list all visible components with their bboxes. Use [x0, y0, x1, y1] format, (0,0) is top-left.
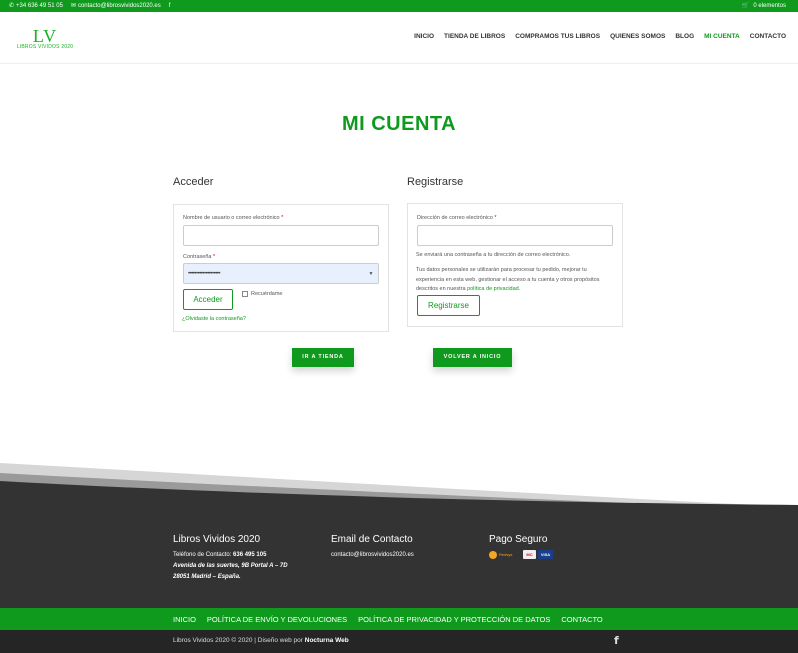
footer-address-1: Avenida de las suertes, 9B Portal A – 7D — [173, 563, 288, 569]
site-header: LV LIBROS VIVIDOS 2020 INICIO TIENDA DE … — [0, 12, 798, 64]
footer-company-title: Libros Vividos 2020 — [173, 534, 261, 545]
envelope-icon: ✉ — [70, 3, 76, 9]
top-bar: ✆ +34 636 49 51 05 ✉ contacto@librosvivido… — [0, 0, 798, 12]
footer-nav-inicio[interactable]: INICIO — [173, 615, 196, 624]
cart-link[interactable]: 🛒 0 elementos — [741, 2, 786, 10]
password-value: •••••••••••••••••••• — [188, 271, 221, 277]
password-label: Contraseña * — [183, 254, 216, 260]
nav-item-contacto[interactable]: CONTACTO — [750, 33, 786, 40]
nav-item-mi-cuenta[interactable]: MI CUENTA — [704, 33, 740, 40]
main-nav: INICIO TIENDA DE LIBROS COMPRAMOS TUS LI… — [414, 33, 786, 40]
password-note: Se enviará una contraseña a tu dirección… — [416, 252, 571, 258]
redsys-logo-icon — [489, 550, 497, 559]
nav-item-inicio[interactable]: INICIO — [414, 33, 434, 40]
footer-nav: INICIO POLÍTICA DE ENVÍO Y DEVOLUCIONES … — [0, 608, 798, 630]
redsys-brand-text: Redsys — [499, 552, 513, 557]
phone-icon: ✆ — [9, 3, 15, 9]
remember-label: Recuérdame — [251, 291, 283, 297]
cart-count: 0 elementos — [753, 2, 786, 9]
cart-icon: 🛒 — [741, 3, 750, 9]
password-input[interactable]: •••••••••••••••••••• ▼ — [183, 263, 379, 284]
footer-email-link[interactable]: contacto@librosvividos2020.es — [331, 550, 481, 561]
register-form: Dirección de correo electrónico * Se env… — [407, 203, 623, 327]
footer-nav-envios[interactable]: POLÍTICA DE ENVÍO Y DEVOLUCIONES — [207, 615, 347, 624]
register-button[interactable]: Registrarse — [417, 295, 480, 316]
footer-nav-privacidad[interactable]: POLÍTICA DE PRIVACIDAD Y PROTECCIÓN DE D… — [358, 615, 550, 624]
username-label: Nombre de usuario o correo electrónico * — [183, 215, 284, 221]
nav-item-compramos[interactable]: COMPRAMOS TUS LIBROS — [515, 33, 600, 40]
privacy-text: Tus datos personales se utilizarán para … — [416, 267, 600, 292]
footer-facebook-icon[interactable]: f — [614, 634, 619, 647]
email-label: Dirección de correo electrónico * — [417, 215, 497, 221]
nav-item-blog[interactable]: BLOG — [675, 33, 694, 40]
email-link[interactable]: ✉ contacto@librosvividos2020.es — [71, 2, 161, 9]
back-home-button[interactable]: VOLVER A INICIO — [433, 348, 512, 367]
nav-item-quienes-somos[interactable]: QUIENES SOMOS — [610, 33, 665, 40]
login-heading: Acceder — [173, 176, 214, 188]
checkbox-icon[interactable] — [242, 291, 248, 297]
logo-mark: LV — [32, 26, 58, 46]
footer-nav-contacto[interactable]: CONTACTO — [561, 615, 602, 624]
site-logo[interactable]: LV LIBROS VIVIDOS 2020 — [12, 26, 78, 50]
site-footer: Libros Vividos 2020 Teléfono de Contacto… — [0, 505, 798, 608]
phone-link[interactable]: ✆ +34 636 49 51 05 — [9, 2, 63, 9]
logo-subtitle: LIBROS VIVIDOS 2020 — [16, 44, 74, 50]
page-title: MI CUENTA — [341, 113, 457, 135]
footer-email-title: Email de Contacto — [331, 534, 413, 545]
lost-password-link[interactable]: ¿Olvidaste la contraseña? — [182, 316, 246, 322]
bottom-bar: Libros Vividos 2020 © 2020 | Diseño web … — [0, 630, 798, 653]
mastercard-icon: MC — [523, 550, 536, 559]
register-heading: Registrarse — [407, 176, 464, 188]
footer-col-email: Email de Contacto contacto@librosvividos… — [331, 534, 481, 561]
facebook-icon[interactable]: f — [169, 3, 171, 9]
privacy-policy-link[interactable]: política de privacidad — [467, 286, 519, 292]
footer-payment-title: Pago Seguro — [489, 534, 548, 545]
visa-icon: VISA — [538, 550, 553, 559]
username-input[interactable] — [183, 225, 379, 246]
designer-link[interactable]: Nocturna Web — [305, 637, 349, 644]
copyright: Libros Vividos 2020 © 2020 | Diseño web … — [173, 637, 349, 644]
nav-item-tienda[interactable]: TIENDA DE LIBROS — [444, 33, 505, 40]
login-button[interactable]: Acceder — [183, 289, 233, 310]
remember-checkbox[interactable]: Recuérdame — [242, 291, 283, 297]
go-to-shop-button[interactable]: IR A TIENDA — [292, 348, 354, 367]
footer-col-payment: Pago Seguro Redsys MC VISA — [489, 534, 609, 559]
payment-icons: Redsys MC VISA — [489, 550, 609, 559]
autofill-caret-icon[interactable]: ▼ — [369, 264, 374, 284]
footer-address-2: 28051 Madrid – España. — [173, 574, 241, 580]
footer-phone: Teléfono de Contacto: 636 495 105 — [173, 552, 267, 558]
login-form: Nombre de usuario o correo electrónico *… — [173, 204, 389, 332]
top-bar-contact: ✆ +34 636 49 51 05 ✉ contacto@librosvivido… — [9, 2, 171, 10]
footer-col-company: Libros Vividos 2020 Teléfono de Contacto… — [173, 534, 323, 583]
register-email-input[interactable] — [417, 225, 613, 246]
